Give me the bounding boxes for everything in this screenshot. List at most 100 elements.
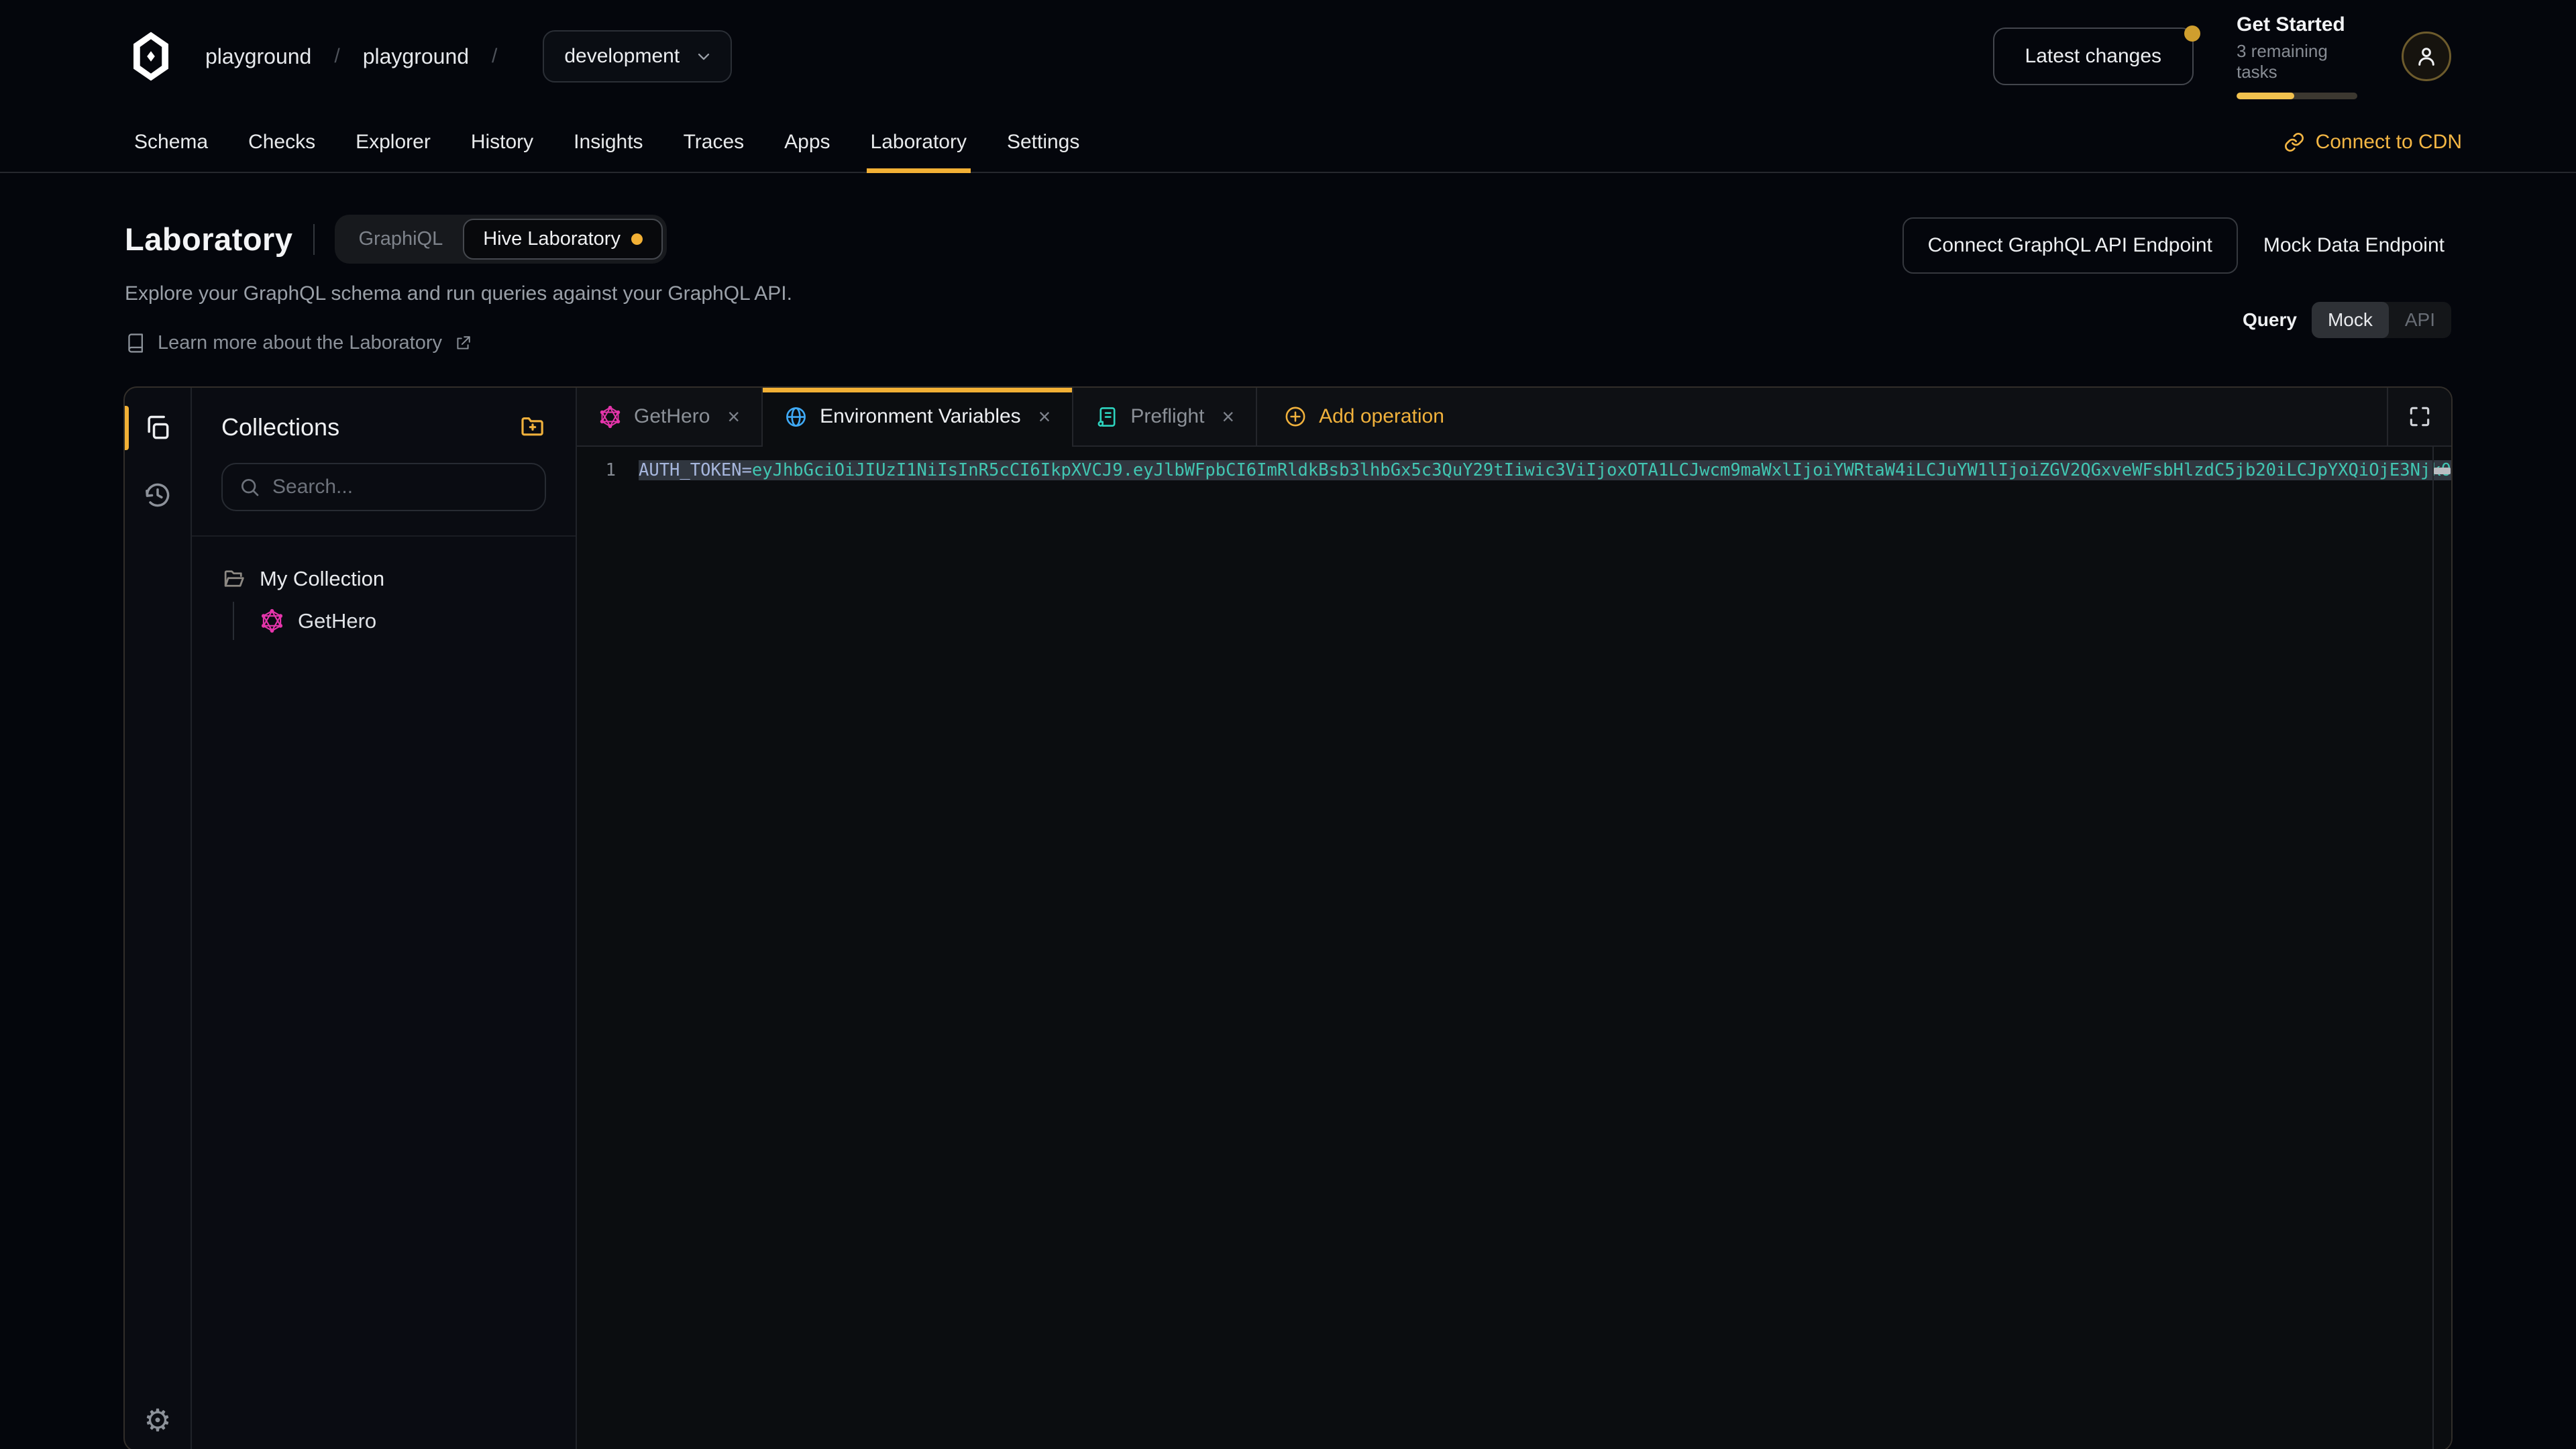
external-link-icon xyxy=(454,335,472,352)
line-number: 1 xyxy=(577,460,639,480)
operation-name: GetHero xyxy=(298,609,376,633)
title-divider xyxy=(313,224,315,255)
nav-item-history[interactable]: History xyxy=(451,113,553,172)
get-started-title: Get Started xyxy=(2237,13,2359,36)
fullscreen-icon xyxy=(2407,404,2432,429)
tab-label: Environment Variables xyxy=(820,405,1021,428)
globe-icon xyxy=(784,405,808,429)
plus-circle-icon xyxy=(1284,405,1307,428)
app-header: playground / playground / development La… xyxy=(0,0,2576,113)
tab-environment-variables[interactable]: Environment Variables × xyxy=(763,388,1073,445)
person-icon xyxy=(2414,44,2439,69)
hive-logo-icon[interactable] xyxy=(125,30,177,83)
nav-item-insights[interactable]: Insights xyxy=(553,113,663,172)
collections-tree: My Collection GetHero xyxy=(192,537,576,640)
breadcrumb-project[interactable]: playground xyxy=(363,44,469,69)
nav-item-traces[interactable]: Traces xyxy=(663,113,765,172)
book-icon xyxy=(125,333,146,354)
breadcrumb-separator: / xyxy=(334,45,339,68)
operation-row[interactable]: GetHero xyxy=(260,608,546,633)
breadcrumb-org[interactable]: playground xyxy=(205,44,311,69)
learn-more-label: Learn more about the Laboratory xyxy=(158,332,442,354)
mode-option-label: Hive Laboratory xyxy=(483,228,621,250)
scrollbar-thumb[interactable] xyxy=(2434,468,2451,474)
mode-option-graphiql[interactable]: GraphiQL xyxy=(339,220,464,258)
header-right: Latest changes Get Started 3 remaining t… xyxy=(1993,13,2451,99)
learn-more-link[interactable]: Learn more about the Laboratory xyxy=(125,332,792,354)
breadcrumb-separator: / xyxy=(492,45,497,68)
collection-folder-row[interactable]: My Collection xyxy=(221,566,546,591)
connect-endpoint-button[interactable]: Connect GraphQL API Endpoint xyxy=(1902,217,2238,274)
nav-item-schema[interactable]: Schema xyxy=(114,113,228,172)
script-icon xyxy=(1095,405,1118,429)
env-var-value: eyJhbGciOiJIUzI1NiIsInR5cCI6IkpXVCJ9.eyJ… xyxy=(752,460,2451,480)
get-started-progress-fill xyxy=(2237,93,2294,99)
new-feature-dot xyxy=(631,233,643,245)
search-input[interactable] xyxy=(272,476,531,498)
page-head: Laboratory GraphiQL Hive Laboratory Expl… xyxy=(0,173,2576,354)
page-title: Laboratory xyxy=(125,221,293,258)
connect-to-cdn-link[interactable]: Connect to CDN xyxy=(2284,113,2462,172)
get-started-subtitle: 3 remaining tasks xyxy=(2237,41,2359,83)
nav-item-settings[interactable]: Settings xyxy=(987,113,1099,172)
tab-label: Preflight xyxy=(1130,405,1204,428)
user-avatar[interactable] xyxy=(2402,32,2451,81)
folder-open-icon xyxy=(221,566,246,591)
chevron-down-icon xyxy=(694,47,713,66)
mode-option-hive-laboratory[interactable]: Hive Laboratory xyxy=(463,219,663,260)
tab-bar: GetHero × Environment Variables × Prefli… xyxy=(577,388,2451,447)
nav-item-checks[interactable]: Checks xyxy=(228,113,335,172)
page-description: Explore your GraphQL schema and run quer… xyxy=(125,282,792,305)
graphql-icon xyxy=(598,405,622,429)
ui-mode-toggle: GraphiQL Hive Laboratory xyxy=(335,215,667,264)
segment-option-api[interactable]: API xyxy=(2389,302,2451,338)
env-var-name: AUTH_TOKEN xyxy=(639,460,742,480)
connect-to-cdn-label: Connect to CDN xyxy=(2316,131,2462,154)
latest-changes-button[interactable]: Latest changes xyxy=(1993,28,2194,85)
tab-preflight[interactable]: Preflight × xyxy=(1073,388,1257,445)
notification-dot xyxy=(2184,25,2200,42)
endpoint-segmented-control: Mock API xyxy=(2312,302,2451,338)
close-icon[interactable]: × xyxy=(727,405,740,429)
close-icon[interactable]: × xyxy=(1038,405,1051,429)
segment-option-mock[interactable]: Mock xyxy=(2312,302,2389,338)
rail-history-button[interactable] xyxy=(125,464,191,526)
editor-scrollbar[interactable] xyxy=(2432,447,2451,1449)
page-head-right: Connect GraphQL API Endpoint Mock Data E… xyxy=(1902,215,2451,338)
add-operation-label: Add operation xyxy=(1319,405,1444,428)
rail-collections-button[interactable] xyxy=(125,397,191,459)
graphql-icon xyxy=(260,608,284,633)
tab-gethero[interactable]: GetHero × xyxy=(577,388,763,445)
main-nav: Schema Checks Explorer History Insights … xyxy=(0,113,2576,173)
collection-name: My Collection xyxy=(260,567,384,591)
code-content: AUTH_TOKEN=eyJhbGciOiJIUzI1NiIsInR5cCI6I… xyxy=(639,460,2451,480)
history-icon xyxy=(143,480,172,510)
get-started-progressbar xyxy=(2237,93,2357,99)
collections-icon xyxy=(143,413,172,443)
active-rail-indicator xyxy=(125,406,129,450)
nav-item-laboratory[interactable]: Laboratory xyxy=(851,113,987,172)
equals-sign: = xyxy=(742,460,752,480)
editor-column: GetHero × Environment Variables × Prefli… xyxy=(577,388,2451,1449)
nav-item-apps[interactable]: Apps xyxy=(764,113,850,172)
collections-search[interactable] xyxy=(221,463,546,511)
collection-children: GetHero xyxy=(233,602,546,640)
collections-title: Collections xyxy=(221,413,339,441)
icon-rail: ⚙ xyxy=(125,388,192,1449)
target-selector[interactable]: development xyxy=(543,30,732,83)
mock-endpoint-button[interactable]: Mock Data Endpoint xyxy=(2257,219,2451,272)
nav-item-explorer[interactable]: Explorer xyxy=(335,113,451,172)
settings-gear-icon[interactable]: ⚙ xyxy=(144,1405,171,1436)
tab-label: GetHero xyxy=(634,405,710,428)
close-icon[interactable]: × xyxy=(1222,405,1234,429)
add-operation-button[interactable]: Add operation xyxy=(1257,388,1471,445)
get-started-widget[interactable]: Get Started 3 remaining tasks xyxy=(2237,13,2359,99)
collections-sidebar: Collections My Collection xyxy=(192,388,577,1449)
target-selector-value: development xyxy=(564,45,680,68)
environment-variables-editor[interactable]: 1 AUTH_TOKEN=eyJhbGciOiJIUzI1NiIsInR5cCI… xyxy=(577,447,2451,1449)
laboratory-panel: ⚙ Collections My Collectio xyxy=(123,386,2453,1449)
fullscreen-button[interactable] xyxy=(2387,388,2451,445)
link-icon xyxy=(2284,131,2305,153)
add-collection-button[interactable] xyxy=(519,414,546,441)
page-head-left: Laboratory GraphiQL Hive Laboratory Expl… xyxy=(125,215,792,354)
